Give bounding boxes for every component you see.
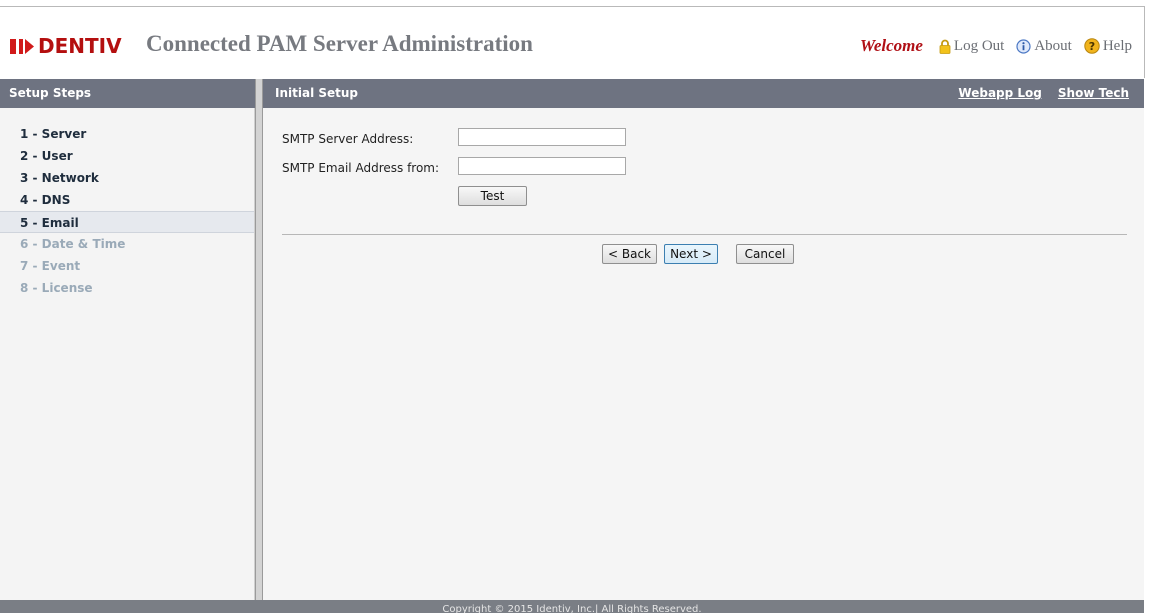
help-icon: ? — [1084, 38, 1100, 54]
top-rule — [0, 6, 1144, 7]
steps-list: 1 - Server 2 - User 3 - Network 4 - DNS … — [0, 123, 254, 299]
smtp-server-label: SMTP Server Address: — [282, 132, 414, 146]
app-title: Connected PAM Server Administration — [146, 31, 533, 56]
setup-steps-title: Setup Steps — [9, 86, 92, 100]
logo-text: DENTIV — [38, 34, 122, 58]
next-button[interactable]: Next > — [664, 244, 718, 264]
logout-link[interactable]: Log Out — [939, 38, 1004, 55]
test-button[interactable]: Test — [458, 186, 527, 206]
step-network[interactable]: 3 - Network — [0, 167, 254, 189]
step-server[interactable]: 1 - Server — [0, 123, 254, 145]
step-event: 7 - Event — [20, 259, 81, 273]
smtp-server-input[interactable] — [458, 128, 626, 146]
panel-splitter[interactable] — [255, 79, 263, 600]
initial-setup-header: Initial Setup Webapp Log Show Tech — [263, 79, 1144, 108]
help-label: Help — [1102, 37, 1132, 54]
help-link[interactable]: ? Help — [1084, 38, 1132, 55]
step-date-time: 6 - Date & Time — [20, 237, 126, 251]
header-links: Welcome Log Out About ? Help — [860, 36, 1132, 56]
webapp-log-link[interactable]: Webapp Log — [958, 79, 1041, 108]
initial-setup-title: Initial Setup — [275, 86, 359, 100]
logout-label: Log Out — [953, 37, 1005, 54]
back-button[interactable]: < Back — [602, 244, 657, 264]
step-email[interactable]: 5 - Email — [0, 211, 254, 233]
step-license: 8 - License — [20, 281, 93, 295]
show-tech-link[interactable]: Show Tech — [1058, 79, 1129, 108]
copyright-text: Copyright © 2015 Identiv, Inc.| All Righ… — [442, 604, 702, 613]
step-dns[interactable]: 4 - DNS — [0, 189, 254, 211]
form-separator — [282, 234, 1127, 235]
setup-steps-sidebar: 1 - Server 2 - User 3 - Network 4 - DNS … — [0, 108, 255, 600]
header-tools: Webapp Log Show Tech — [942, 79, 1129, 108]
smtp-email-input[interactable] — [458, 157, 626, 175]
main-content: SMTP Server Address: SMTP Email Address … — [263, 108, 1144, 600]
svg-text:?: ? — [1089, 40, 1095, 53]
welcome-text: Welcome — [859, 36, 923, 55]
identiv-logo: DENTIV — [10, 34, 122, 58]
info-icon — [1016, 38, 1031, 54]
footer: Copyright © 2015 Identiv, Inc.| All Righ… — [0, 600, 1144, 613]
about-label: About — [1034, 37, 1072, 54]
setup-steps-header: Setup Steps — [0, 79, 255, 108]
logo-mark — [10, 38, 34, 54]
cancel-button[interactable]: Cancel — [736, 244, 794, 264]
step-user[interactable]: 2 - User — [0, 145, 254, 167]
about-link[interactable]: About — [1016, 38, 1072, 55]
smtp-email-label: SMTP Email Address from: — [282, 161, 440, 175]
right-rule — [1144, 6, 1145, 78]
lock-icon — [939, 39, 951, 54]
